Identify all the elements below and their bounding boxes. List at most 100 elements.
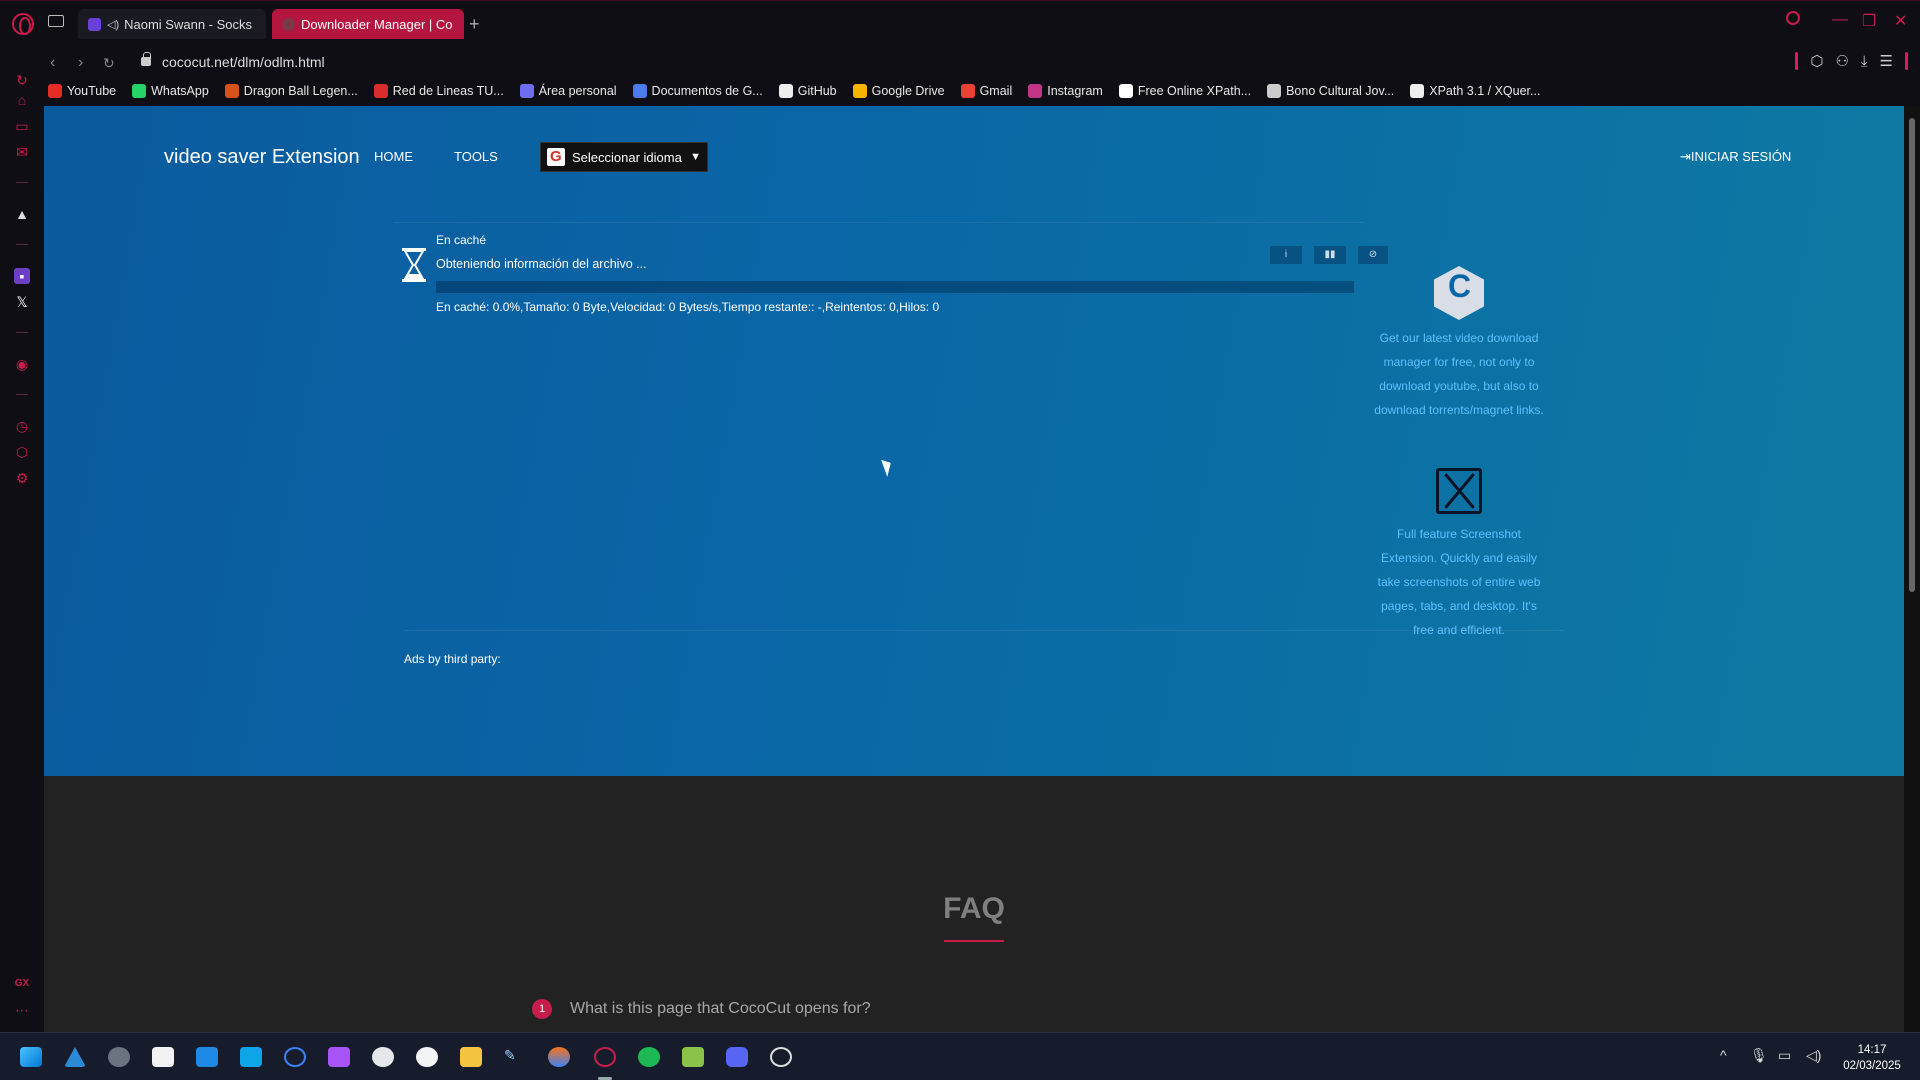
spotify-icon[interactable]	[638, 1047, 660, 1067]
nav-home-link[interactable]: HOME	[374, 149, 413, 164]
lock-icon[interactable]	[141, 52, 151, 66]
browser-sidebar: ↻ ⌂ ▭ ✉ ▲ ▪ 𝕏 ◉ ◷ ⬡ ⚙ GX ⋯	[0, 72, 44, 1032]
scrollbar-thumb[interactable]	[1909, 118, 1915, 592]
more-icon[interactable]: ⋯	[14, 1002, 30, 1018]
account-icon[interactable]: ⚇	[1835, 52, 1848, 70]
app-pen-icon[interactable]: ✎	[504, 1047, 526, 1067]
bookmark-item[interactable]: Gmail	[960, 84, 1013, 98]
microsoft-store-icon[interactable]	[152, 1047, 174, 1067]
bookmark-item[interactable]: Free Online XPath...	[1118, 84, 1251, 98]
windows-start-icon[interactable]	[20, 1047, 42, 1067]
opera-gx-icon[interactable]	[594, 1047, 616, 1067]
player-icon[interactable]: ◉	[14, 356, 30, 372]
bookmark-label: XPath 3.1 / XQuer...	[1429, 84, 1541, 98]
extensions-icon[interactable]: ⬡	[1810, 52, 1823, 70]
tab-naomi-swann[interactable]: ◁) Naomi Swann - Socks	[78, 9, 266, 39]
bookmark-item[interactable]: WhatsApp	[132, 84, 209, 98]
hourglass-icon	[402, 248, 426, 282]
aria-icon[interactable]: ↻	[14, 72, 30, 88]
twitch-chat-icon[interactable]: ▪	[14, 268, 30, 284]
promo-download-manager[interactable]: Get our latest video download manager fo…	[1374, 266, 1544, 422]
download-icon[interactable]: ⤓	[1861, 53, 1868, 70]
bookmark-label: Dragon Ball Legen...	[243, 84, 358, 98]
messenger-icon[interactable]: ✉	[14, 144, 30, 160]
volume-icon[interactable]: ◁)	[1806, 1047, 1821, 1064]
url-field[interactable]: cococut.net/dlm/odlm.html	[162, 54, 325, 70]
new-tab-button[interactable]: +	[469, 15, 480, 33]
clock-time: 14:17	[1857, 1044, 1887, 1056]
faq-number-badge: 1	[532, 999, 552, 1019]
login-link[interactable]: ⇥INICIAR SESIÓN	[1680, 149, 1791, 165]
bag-icon[interactable]: ⌂	[14, 92, 30, 108]
faq-question[interactable]: 1 What is this page that CocoCut opens f…	[532, 999, 871, 1019]
nav-tools-link[interactable]: TOOLS	[454, 149, 498, 164]
search-tabs-icon[interactable]	[1786, 11, 1800, 25]
sidebar-divider	[16, 182, 28, 183]
steam-icon[interactable]	[770, 1047, 792, 1067]
discord-icon[interactable]	[726, 1047, 748, 1067]
app-sailboat-icon[interactable]	[64, 1047, 86, 1067]
site-brand[interactable]: video saver Extension	[164, 146, 360, 169]
download-file-info: Obteniendo información del archivo ...	[436, 257, 647, 271]
reload-icon[interactable]: ↻	[103, 55, 115, 72]
bookmark-item[interactable]: Red de Lineas TU...	[373, 84, 504, 98]
bookmark-label: Documentos de G...	[651, 84, 763, 98]
file-explorer-icon[interactable]	[460, 1047, 482, 1067]
opera-logo-icon[interactable]	[12, 13, 34, 35]
bookmark-favicon-icon	[778, 84, 793, 98]
app-disc-icon[interactable]	[372, 1047, 394, 1067]
x-icon[interactable]: 𝕏	[14, 294, 30, 310]
ads-label: Ads by third party:	[404, 652, 501, 666]
bookmark-item[interactable]: Bono Cultural Jov...	[1267, 84, 1394, 98]
bookmark-label: Bono Cultural Jov...	[1286, 84, 1395, 98]
close-window-icon[interactable]: ✕	[1894, 11, 1907, 31]
gx-icon[interactable]: GX	[14, 976, 30, 992]
app-orb-icon[interactable]	[548, 1047, 570, 1067]
pause-button[interactable]: ▮▮	[1314, 246, 1346, 264]
tray-chevron-up-icon[interactable]: ^	[1720, 1047, 1727, 1063]
cube-icon[interactable]: ⬡	[14, 444, 30, 460]
bookmark-item[interactable]: Dragon Ball Legen...	[224, 84, 358, 98]
app-notepad-icon[interactable]	[682, 1047, 704, 1067]
promo-screenshot-extension[interactable]: Full feature Screenshot Extension. Quick…	[1374, 468, 1544, 642]
maximize-icon[interactable]: ❐	[1862, 11, 1876, 31]
faq-question-text: What is this page that CocoCut opens for…	[570, 1000, 871, 1017]
page-scrollbar[interactable]	[1904, 106, 1920, 1032]
app-atom-icon[interactable]	[108, 1047, 130, 1067]
faq-underline	[944, 940, 1004, 942]
twitch-icon[interactable]: ▭	[14, 118, 30, 134]
bookmark-item[interactable]: YouTube	[48, 84, 116, 98]
bookmark-item[interactable]: GitHub	[778, 84, 837, 98]
info-button[interactable]: i	[1270, 246, 1302, 264]
unreal-engine-icon[interactable]	[416, 1047, 438, 1067]
download-progress-bar	[436, 281, 1354, 293]
bookmark-item[interactable]: Área personal	[519, 84, 617, 98]
bookmark-item[interactable]: Google Drive	[852, 84, 945, 98]
tab-downloader-manager[interactable]: Downloader Manager | Co	[272, 9, 464, 39]
app-window-icon[interactable]	[196, 1047, 218, 1067]
app-sync-icon[interactable]	[284, 1047, 306, 1067]
menu-icon[interactable]: ☰	[1880, 52, 1893, 70]
bookmark-item[interactable]: Documentos de G...	[632, 84, 763, 98]
back-icon[interactable]: ‹	[50, 54, 55, 72]
minimize-icon[interactable]: —	[1832, 11, 1848, 29]
tab-favicon-icon	[282, 17, 295, 31]
stop-button[interactable]: ⊘	[1358, 246, 1388, 264]
settings-icon[interactable]: ⚙	[14, 470, 30, 486]
app-layout-icon[interactable]	[240, 1047, 262, 1067]
speaker-icon[interactable]: ◁)	[107, 18, 119, 31]
bookmark-label: Gmail	[979, 84, 1013, 98]
network-icon[interactable]: ▭	[1778, 1047, 1791, 1064]
snapshot-icon[interactable]	[48, 15, 64, 27]
bookmark-item[interactable]: XPath 3.1 / XQuer...	[1410, 84, 1540, 98]
forward-icon[interactable]: ›	[78, 54, 83, 72]
gamepad-icon[interactable]	[328, 1047, 350, 1067]
history-icon[interactable]: ◷	[14, 418, 30, 434]
bookmark-item[interactable]: Instagram	[1028, 84, 1103, 98]
login-label: INICIAR SESIÓN	[1690, 149, 1792, 164]
microphone-icon[interactable]: 🎙	[1750, 1047, 1768, 1064]
tab-favicon-icon	[88, 17, 101, 31]
language-select[interactable]: Seleccionar idioma ▼	[540, 142, 708, 172]
system-clock[interactable]: 14:17 02/03/2025	[1838, 1042, 1906, 1074]
arc-icon[interactable]: ▲	[14, 206, 30, 222]
